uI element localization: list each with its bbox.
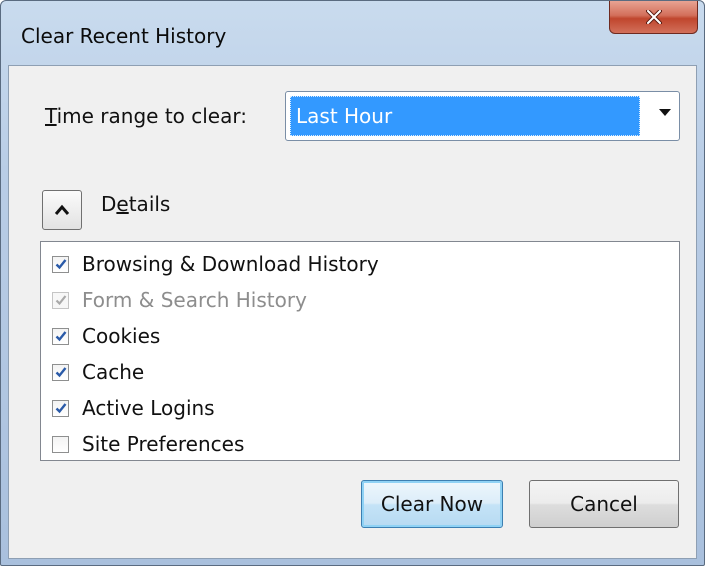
details-label: Details xyxy=(101,192,170,216)
list-item-active-logins[interactable]: Active Logins xyxy=(52,393,652,423)
list-item-site-preferences[interactable]: Site Preferences xyxy=(52,429,652,459)
time-range-select[interactable]: Last Hour xyxy=(285,91,680,141)
time-range-label: Time range to clear: xyxy=(45,104,247,128)
item-label-form-search-history: Form & Search History xyxy=(82,288,307,312)
close-icon xyxy=(645,10,662,24)
list-item-cache[interactable]: Cache xyxy=(52,357,652,387)
details-label-accel: e xyxy=(116,192,129,216)
close-button[interactable] xyxy=(609,1,698,34)
title-bar: Clear Recent History xyxy=(1,1,704,65)
item-label-cookies: Cookies xyxy=(82,324,161,348)
checkmark-icon xyxy=(55,367,66,378)
window-title: Clear Recent History xyxy=(21,24,227,48)
item-label-browsing-history: Browsing & Download History xyxy=(82,252,379,276)
checkbox-cache[interactable] xyxy=(52,363,69,381)
list-item-form-search-history: Form & Search History xyxy=(52,285,652,315)
checkmark-icon xyxy=(55,259,66,270)
time-range-label-accel: T xyxy=(45,104,57,128)
dropdown-arrow-icon[interactable] xyxy=(659,109,671,116)
checkbox-form-search-history xyxy=(52,291,69,309)
item-label-active-logins: Active Logins xyxy=(82,396,215,420)
details-label-start: D xyxy=(101,192,117,216)
checkbox-site-preferences[interactable] xyxy=(52,435,69,453)
chevron-up-icon xyxy=(54,204,70,215)
checkbox-cookies[interactable] xyxy=(52,327,69,345)
details-toggle-button[interactable] xyxy=(42,190,82,230)
checkmark-icon xyxy=(55,295,66,306)
time-range-label-text: ime range to clear: xyxy=(56,104,247,128)
list-item-browsing-history[interactable]: Browsing & Download History xyxy=(52,249,652,279)
dialog-content: Time range to clear: Last Hour Details B… xyxy=(8,65,697,559)
cancel-button[interactable]: Cancel xyxy=(529,480,679,528)
list-item-cookies[interactable]: Cookies xyxy=(52,321,652,351)
item-label-cache: Cache xyxy=(82,360,145,384)
dialog-window: Clear Recent History Time range to clear… xyxy=(0,0,705,566)
checkmark-icon xyxy=(55,403,66,414)
clear-now-button[interactable]: Clear Now xyxy=(361,480,503,528)
checkmark-icon xyxy=(55,331,66,342)
checkbox-active-logins[interactable] xyxy=(52,399,69,417)
time-range-selected-value: Last Hour xyxy=(290,96,640,136)
item-label-site-preferences: Site Preferences xyxy=(82,432,245,456)
details-label-end: tails xyxy=(128,192,171,216)
checkbox-browsing-history[interactable] xyxy=(52,255,69,273)
history-items-list: Browsing & Download History Form & Searc… xyxy=(40,241,680,461)
